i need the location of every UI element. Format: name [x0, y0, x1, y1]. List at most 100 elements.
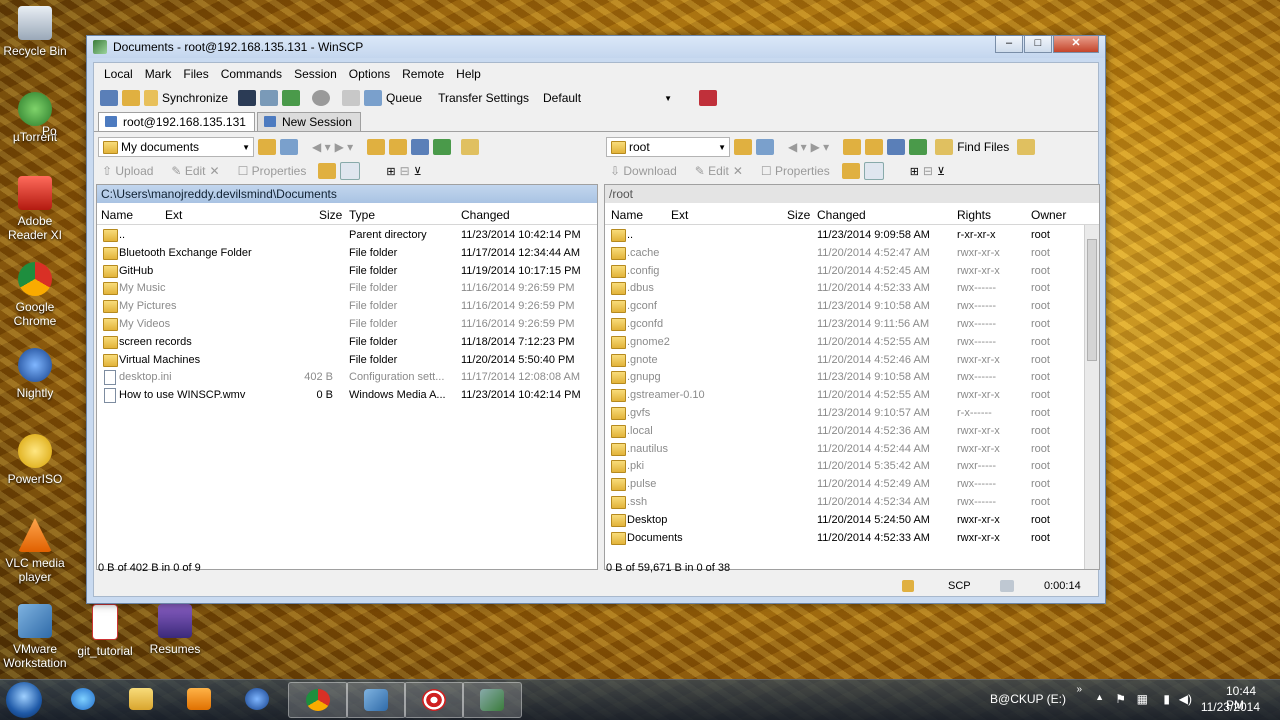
tab-session[interactable]: root@192.168.135.131: [98, 112, 255, 131]
menu-options[interactable]: Options: [343, 67, 396, 81]
select-plus-icon[interactable]: ⊞: [386, 165, 395, 178]
select-filter-icon[interactable]: ⊻: [414, 165, 422, 178]
taskbar-ie[interactable]: [54, 682, 112, 716]
select-plus-icon[interactable]: ⊞: [910, 165, 919, 178]
left-col-name[interactable]: Name: [101, 208, 133, 222]
menu-remote[interactable]: Remote: [396, 67, 450, 81]
left-col-size[interactable]: Size: [319, 208, 342, 222]
title-bar[interactable]: Documents - root@192.168.135.131 - WinSC…: [87, 36, 1105, 58]
root-dir-icon[interactable]: [389, 139, 408, 155]
properties-button[interactable]: ☐ Properties: [761, 164, 830, 178]
parent-dir-icon[interactable]: [367, 139, 386, 155]
edit-button[interactable]: ✎ Edit: [695, 164, 729, 178]
flag-icon[interactable]: ⚑: [1115, 692, 1126, 706]
left-col-type[interactable]: Type: [349, 208, 375, 222]
table-row[interactable]: .gvfs 11/23/2014 9:10:57 AM r-x------ root: [605, 405, 1085, 423]
show-hidden-icons-icon[interactable]: ▲: [1095, 692, 1104, 702]
menu-local[interactable]: Local: [98, 67, 139, 81]
select-minus-icon[interactable]: ⊟: [923, 164, 933, 178]
resumes-icon[interactable]: Resumes: [140, 604, 210, 656]
taskbar-chrome[interactable]: [288, 682, 348, 718]
vlc-icon[interactable]: VLC media player: [0, 518, 70, 584]
back-arrow-icon[interactable]: ◀ ▾: [788, 140, 807, 154]
table-row[interactable]: .gnote 11/20/2014 4:52:46 AM rwxr-xr-x root: [605, 352, 1085, 370]
taskbar-media-player[interactable]: [170, 682, 228, 716]
open-folder-icon[interactable]: [734, 139, 752, 155]
edit-button[interactable]: ✎ Edit: [171, 164, 205, 178]
nightly-icon[interactable]: Nightly: [0, 348, 70, 400]
table-row[interactable]: .. 11/23/2014 9:09:58 AM r-xr-xr-x root: [605, 227, 1085, 245]
table-row[interactable]: Documents 11/20/2014 4:52:33 AM rwxr-xr-x r…: [605, 530, 1085, 548]
tree-icon[interactable]: [1017, 139, 1036, 155]
table-row[interactable]: .. Parent directory 11/23/2014 10:42:14 PM: [97, 227, 597, 245]
network-icon[interactable]: ▦: [1137, 692, 1148, 706]
table-row[interactable]: Bluetooth Exchange Folder File folder 11/1…: [97, 245, 597, 263]
table-row[interactable]: .gstreamer-0.10 11/20/2014 4:52:55 AM rwxr…: [605, 387, 1085, 405]
left-path-bar[interactable]: C:\Users\manojreddy.devilsmind\Documents: [97, 185, 597, 203]
queue-icon[interactable]: [364, 90, 383, 106]
adobe-reader-icon[interactable]: Adobe Reader XI: [0, 176, 70, 242]
left-location-select[interactable]: My documents ▼: [98, 137, 254, 157]
new-file-icon[interactable]: [340, 162, 361, 180]
properties-button[interactable]: ☐ Properties: [238, 164, 307, 178]
poweriso-icon[interactable]: PowerISO: [0, 434, 70, 486]
forward-arrow-icon[interactable]: ▶ ▾: [811, 140, 830, 154]
menu-session[interactable]: Session: [288, 67, 343, 81]
synchronize-button[interactable]: Synchronize: [162, 91, 228, 105]
table-row[interactable]: .config 11/20/2014 4:52:45 AM rwxr-xr-x roo…: [605, 263, 1085, 281]
menu-files[interactable]: Files: [177, 67, 214, 81]
refresh-icon[interactable]: [909, 139, 928, 155]
start-button[interactable]: [6, 682, 42, 718]
new-folder-icon[interactable]: [841, 163, 860, 179]
table-row[interactable]: screen records File folder 11/18/2014 7:12…: [97, 334, 597, 352]
select-filter-icon[interactable]: ⊻: [937, 165, 945, 178]
filter-icon[interactable]: [280, 139, 298, 155]
drive-label[interactable]: B@CKUP (E:): [990, 692, 1066, 706]
menu-help[interactable]: Help: [450, 67, 487, 81]
delete-icon[interactable]: ✕: [733, 164, 743, 178]
new-folder-icon[interactable]: [318, 163, 337, 179]
volume-icon[interactable]: ◀): [1179, 692, 1192, 706]
home-icon[interactable]: [411, 139, 430, 155]
recycle-bin-icon[interactable]: Recycle Bin: [0, 6, 70, 58]
table-row[interactable]: GitHub File folder 11/19/2014 10:17:15 PM: [97, 263, 597, 281]
queue-button[interactable]: Queue: [386, 91, 422, 105]
transfer-preset-select[interactable]: Default ▼: [539, 89, 675, 107]
table-row[interactable]: .nautilus 11/20/2014 4:52:44 AM rwxr-xr-x r…: [605, 441, 1085, 459]
table-row[interactable]: How to use WINSCP.wmv 0 B Windows Media A.…: [97, 387, 597, 405]
taskbar-winscp[interactable]: [462, 682, 522, 718]
maximize-button[interactable]: □: [1024, 36, 1052, 53]
close-button[interactable]: ✕: [1053, 36, 1099, 53]
console-icon[interactable]: [238, 90, 257, 106]
forward-arrow-icon[interactable]: ▶ ▾: [335, 140, 354, 154]
refresh-icon[interactable]: [433, 139, 452, 155]
refresh-icon[interactable]: [282, 90, 301, 106]
right-location-select[interactable]: root ▼: [606, 137, 730, 157]
right-col-ext[interactable]: Ext: [671, 208, 688, 222]
table-row[interactable]: .pki 11/20/2014 5:35:42 AM rwxr----- root: [605, 458, 1085, 476]
upload-button[interactable]: ⇧ Upload: [102, 164, 153, 178]
sites-icon[interactable]: [122, 90, 140, 106]
table-row[interactable]: Virtual Machines File folder 11/20/2014 5:…: [97, 352, 597, 370]
taskbar-recorder[interactable]: [404, 682, 464, 718]
clock-date[interactable]: 11/23/2014: [1201, 700, 1260, 714]
putty-icon[interactable]: [260, 90, 279, 106]
parent-dir-icon[interactable]: [843, 139, 862, 155]
taskbar-vmware[interactable]: [346, 682, 406, 718]
table-row[interactable]: My Pictures File folder 11/16/2014 9:26:59…: [97, 298, 597, 316]
right-col-changed[interactable]: Changed: [817, 208, 866, 222]
left-col-changed[interactable]: Changed: [461, 208, 510, 222]
taskbar-nightly[interactable]: [228, 682, 286, 716]
chevron-icon[interactable]: »: [1076, 684, 1082, 695]
tab-new-session[interactable]: New Session: [256, 112, 361, 131]
table-row[interactable]: .gnupg 11/23/2014 9:10:58 AM rwx------ root: [605, 369, 1085, 387]
synchronize-icon[interactable]: [144, 90, 158, 106]
table-row[interactable]: .cache 11/20/2014 4:52:47 AM rwxr-xr-x root: [605, 245, 1085, 263]
chrome-icon[interactable]: Google Chrome: [0, 262, 70, 328]
right-col-name[interactable]: Name: [611, 208, 643, 222]
taskbar-explorer[interactable]: [112, 682, 170, 716]
filter-icon[interactable]: [756, 139, 774, 155]
root-dir-icon[interactable]: [865, 139, 884, 155]
tree-icon[interactable]: [461, 139, 480, 155]
po-icon[interactable]: Po: [42, 124, 82, 138]
